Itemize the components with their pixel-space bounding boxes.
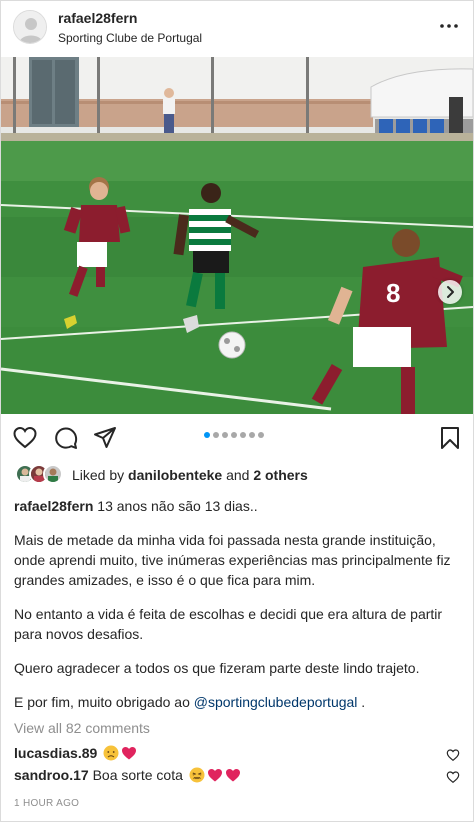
liker-avatar[interactable] [43,464,63,484]
bookmark-outline-icon [441,427,459,449]
instagram-post: rafael28fern Sporting Clube de Portugal [0,0,474,822]
paper-plane-icon [94,427,116,448]
carousel-dot [213,432,219,438]
heart-outline-icon [446,749,460,762]
comment-bubble-icon [55,427,78,449]
carousel-next-button[interactable] [438,280,462,304]
caption-paragraph-3: Quero agradecer a todos os que fizeram p… [14,660,420,676]
share-button[interactable] [92,425,118,451]
comment-button[interactable] [53,425,79,451]
post-actions [1,415,473,461]
heart-outline-icon [13,426,37,449]
svg-text:8: 8 [386,278,400,308]
carousel-dot [240,432,246,438]
like-button[interactable] [12,425,38,451]
confounded-face-emoji [189,767,205,783]
comment-row: sandroo.17 Boa sorte cota [14,767,464,787]
more-options-button[interactable] [437,16,461,36]
caption-paragraph-4-end: . [357,694,366,710]
football-match-image: 8 [1,57,473,414]
red-heart-emoji [225,769,240,782]
likes-text: Liked by danilobenteke and 2 others [72,467,308,483]
avatar-photo-icon [45,466,61,482]
caption-first-line: 13 anos não são 13 dias.. [93,498,258,514]
caption-mention-link[interactable]: @sportingclubedeportugal [194,694,358,710]
carousel-dot [204,432,210,438]
heart-outline-icon [446,771,460,784]
comment-like-button[interactable] [446,748,460,762]
default-avatar-icon [14,11,46,43]
comment-username[interactable]: lucasdias.89 [14,745,97,761]
red-heart-emoji [207,769,222,782]
post-timestamp[interactable]: 1 HOUR AGO [14,798,79,809]
carousel-dot [222,432,228,438]
likes-prefix: Liked by [72,467,129,483]
comment-row: lucasdias.89 [14,745,464,765]
caption-username[interactable]: rafael28fern [14,498,93,514]
carousel-dot [258,432,264,438]
more-horizontal-icon [440,24,458,28]
liker-username[interactable]: danilobenteke [128,467,222,483]
post-caption: rafael28fern 13 anos não são 13 dias.. M… [14,496,460,726]
caption-paragraph-4: E por fim, muito obrigado ao [14,694,194,710]
likes-summary: Liked by danilobenteke and 2 others [15,464,465,486]
carousel-dot [249,432,255,438]
post-location[interactable]: Sporting Clube de Portugal [58,31,202,45]
likes-middle: and [222,467,254,483]
caption-paragraph-2: No entanto a vida é feita de escolhas e … [14,606,443,642]
red-heart-emoji [122,747,137,760]
comment-text: Boa sorte cota [88,767,187,783]
avatar[interactable] [13,10,47,44]
comment-username[interactable]: sandroo.17 [14,767,89,783]
disappointed-face-emoji [103,745,119,761]
save-button[interactable] [437,425,463,451]
post-photo[interactable]: 8 [1,57,473,414]
chevron-right-icon [447,286,454,298]
post-header: rafael28fern Sporting Clube de Portugal [1,1,473,56]
post-username[interactable]: rafael28fern [58,10,137,26]
carousel-dot [231,432,237,438]
caption-paragraph-1: Mais de metade da minha vida foi passada… [14,532,451,588]
comment-like-button[interactable] [446,770,460,784]
view-all-comments-link[interactable]: View all 82 comments [14,720,150,736]
likes-others-link[interactable]: 2 others [253,467,307,483]
